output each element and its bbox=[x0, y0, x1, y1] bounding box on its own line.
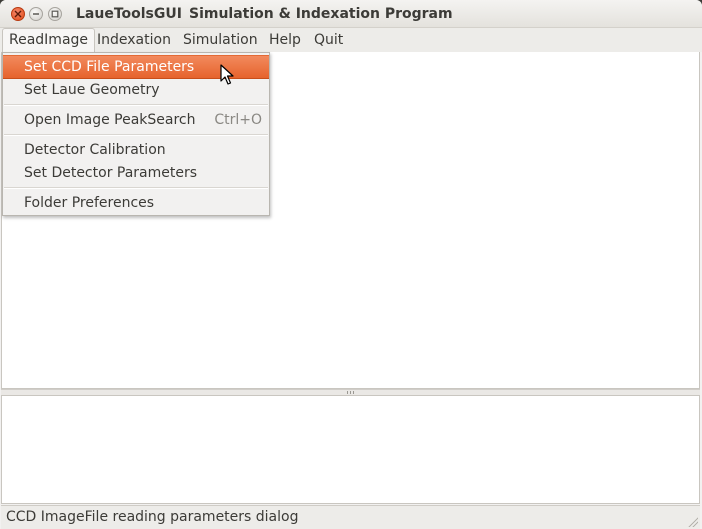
maximize-button[interactable] bbox=[48, 7, 62, 21]
pane-splitter[interactable] bbox=[1, 389, 700, 396]
minimize-button[interactable] bbox=[29, 7, 43, 21]
menuitem-label: Set Laue Geometry bbox=[24, 82, 160, 98]
menu-indexation[interactable]: Indexation bbox=[91, 28, 177, 52]
menu-bar: ReadImage Indexation Simulation Help Qui… bbox=[0, 28, 702, 52]
status-text: CCD ImageFile reading parameters dialog bbox=[6, 509, 299, 525]
window-title: Simulation & Indexation Program bbox=[189, 6, 453, 22]
resize-grip-icon[interactable] bbox=[686, 515, 698, 527]
splitter-grip-icon bbox=[347, 391, 355, 394]
menuitem-folder-preferences[interactable]: Folder Preferences bbox=[3, 191, 269, 215]
close-button[interactable] bbox=[11, 7, 25, 21]
menuitem-label: Set Detector Parameters bbox=[24, 165, 198, 181]
status-bar: CCD ImageFile reading parameters dialog bbox=[1, 505, 700, 529]
menuitem-open-image-peaksearch[interactable]: Open Image PeakSearch Ctrl+O bbox=[3, 108, 269, 132]
menuitem-label: Open Image PeakSearch bbox=[24, 112, 196, 128]
mouse-pointer-icon bbox=[220, 64, 234, 85]
maximize-icon bbox=[51, 10, 59, 18]
close-icon bbox=[14, 10, 22, 18]
window-app-name: LaueToolsGUI bbox=[76, 6, 182, 22]
menu-separator bbox=[4, 104, 268, 106]
title-bar[interactable]: LaueToolsGUI Simulation & Indexation Pro… bbox=[0, 0, 702, 28]
menu-readimage[interactable]: ReadImage bbox=[2, 28, 96, 52]
menu-separator bbox=[4, 134, 268, 136]
bottom-pane bbox=[1, 396, 700, 504]
menuitem-label: Folder Preferences bbox=[24, 195, 155, 211]
menuitem-shortcut: Ctrl+O bbox=[214, 112, 262, 128]
menuitem-detector-calibration[interactable]: Detector Calibration bbox=[3, 138, 269, 162]
menuitem-label: Detector Calibration bbox=[24, 142, 166, 158]
menu-simulation[interactable]: Simulation bbox=[177, 28, 264, 52]
minimize-icon bbox=[33, 13, 39, 15]
menu-separator bbox=[4, 187, 268, 189]
menu-quit[interactable]: Quit bbox=[308, 28, 349, 52]
menuitem-label: Set CCD File Parameters bbox=[24, 59, 195, 75]
menuitem-set-detector-parameters[interactable]: Set Detector Parameters bbox=[3, 161, 269, 185]
app-window: LaueToolsGUI Simulation & Indexation Pro… bbox=[0, 0, 702, 529]
menu-help[interactable]: Help bbox=[263, 28, 307, 52]
